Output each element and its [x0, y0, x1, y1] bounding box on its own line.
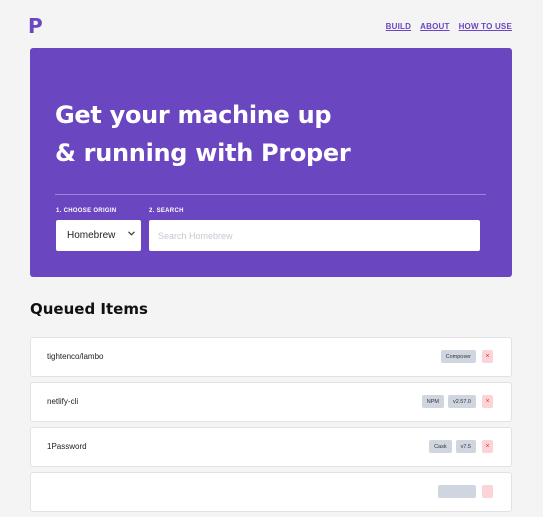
remove-item-button[interactable]: × [482, 440, 493, 453]
origin-select[interactable]: Homebrew [56, 220, 141, 251]
remove-item-button[interactable]: × [482, 395, 493, 408]
search-label: 2. SEARCH [149, 208, 184, 214]
queued-item-tags: Composer × [440, 350, 493, 363]
nav-about-link[interactable]: ABOUT [420, 22, 449, 31]
queued-item-tags: Cask v7.5 × [429, 440, 493, 453]
origin-select-value: Homebrew [67, 230, 116, 241]
origin-badge [438, 485, 476, 498]
top-bar: P BUILD ABOUT HOW TO USE [0, 0, 543, 48]
queued-item-tags [438, 485, 493, 498]
queued-item-name: tightenco/lambo [47, 352, 104, 361]
chevron-down-icon [128, 229, 135, 238]
hero-title-line-2: & running with Proper [55, 139, 351, 167]
queued-item-name: 1Password [47, 442, 87, 451]
search-input[interactable] [149, 220, 480, 251]
version-badge: v2.57.0 [447, 395, 476, 408]
queued-item: netlify-cli NPM v2.57.0 × [30, 382, 512, 422]
hero-title: Get your machine up & running with Prope… [55, 96, 351, 172]
remove-item-button[interactable] [482, 485, 493, 498]
queued-items-list: tightenco/lambo Composer × netlify-cli N… [30, 337, 512, 517]
origin-label: 1. CHOOSE ORIGIN [56, 208, 117, 214]
queued-items-title: Queued Items [30, 300, 148, 318]
queued-item-tags: NPM v2.57.0 × [421, 395, 493, 408]
queued-item: tightenco/lambo Composer × [30, 337, 512, 377]
queued-item [30, 472, 512, 512]
main-nav: BUILD ABOUT HOW TO USE [386, 22, 512, 31]
logo[interactable]: P [28, 14, 43, 38]
queued-item: 1Password Cask v7.5 × [30, 427, 512, 467]
nav-how-to-use-link[interactable]: HOW TO USE [459, 22, 512, 31]
origin-badge: Composer [440, 350, 476, 363]
origin-badge: NPM [421, 395, 444, 408]
queued-item-name: netlify-cli [47, 397, 79, 406]
remove-item-button[interactable]: × [482, 350, 493, 363]
origin-badge: Cask [429, 440, 452, 453]
hero-title-line-1: Get your machine up [55, 101, 332, 129]
hero-panel: Get your machine up & running with Prope… [30, 48, 512, 277]
version-badge: v7.5 [455, 440, 476, 453]
hero-divider [55, 194, 486, 195]
nav-build-link[interactable]: BUILD [386, 22, 411, 31]
